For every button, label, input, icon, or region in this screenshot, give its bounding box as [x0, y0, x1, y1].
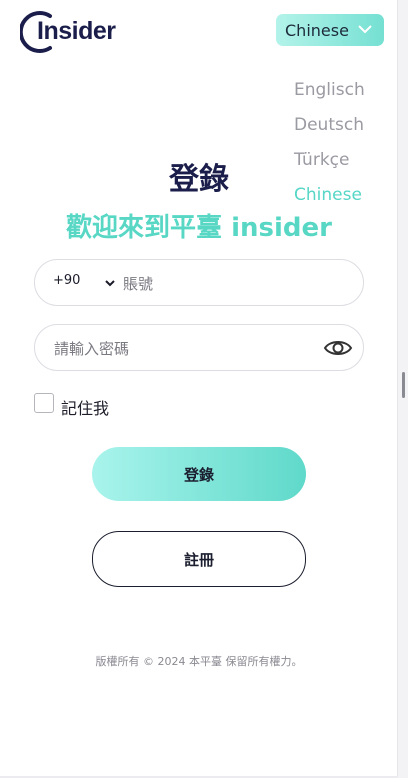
register-button[interactable]: 註冊 [92, 531, 306, 587]
login-page: Insider Chinese Englisch Deutsch Türkçe … [0, 0, 408, 778]
welcome-text: 歡迎來到平臺 insider [66, 213, 332, 243]
remember-me-label: 記住我 [61, 399, 110, 418]
language-option-englisch[interactable]: Englisch [294, 76, 365, 111]
country-code-select[interactable]: +90 [53, 273, 80, 288]
chevron-down-icon [358, 25, 372, 34]
chevron-down-icon [105, 280, 115, 287]
remember-me-checkbox[interactable] [34, 393, 54, 413]
password-field [34, 324, 364, 371]
page-title: 登錄 [169, 162, 229, 197]
account-field: +90 [34, 259, 364, 306]
eye-icon[interactable] [323, 337, 353, 359]
login-button[interactable]: 登錄 [92, 447, 306, 501]
copyright-footer: 版權所有 © 2024 本平臺 保留所有權力。 [95, 655, 303, 668]
language-option-deutsch[interactable]: Deutsch [294, 111, 365, 146]
scroll-gutter [397, 0, 408, 778]
logo-text: Insider [37, 17, 116, 45]
password-input[interactable] [52, 337, 316, 361]
language-selected-label: Chinese [285, 20, 349, 40]
account-input[interactable] [121, 272, 345, 296]
scrollbar-thumb[interactable] [402, 372, 405, 398]
insider-logo: Insider [20, 8, 130, 54]
language-dropdown[interactable]: Chinese [276, 14, 384, 46]
